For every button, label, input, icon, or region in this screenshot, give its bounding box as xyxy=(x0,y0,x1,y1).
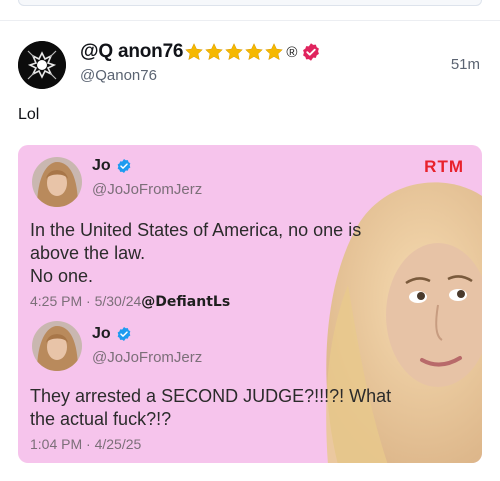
avatar[interactable] xyxy=(18,41,66,89)
tweet-text-line: above the law. xyxy=(30,243,146,263)
post-media-image[interactable]: RTM Jo @JoJoFromJerz In the United State… xyxy=(18,145,482,463)
star-icon xyxy=(265,43,284,61)
tweet-meta: 4:25 PM · 5/30/24@DefiantLs xyxy=(30,293,230,310)
stars-group xyxy=(184,42,284,62)
tweet-text-line: No one. xyxy=(30,266,94,286)
previous-post-edge xyxy=(0,0,500,8)
star-icon xyxy=(245,43,264,61)
tweet-avatar xyxy=(32,157,82,207)
post-timestamp[interactable]: 51m xyxy=(451,56,480,73)
tweet-avatar xyxy=(32,321,82,371)
tweet-author-name: Jo xyxy=(92,157,132,175)
tweet-meta: 1:04 PM · 4/25/25 xyxy=(30,436,142,452)
author-name-row: @Q anon76 ® xyxy=(80,40,321,64)
star-icon xyxy=(225,43,244,61)
tweet-tag: @DefiantLs xyxy=(141,294,231,310)
divider xyxy=(0,20,500,21)
verified-check-icon xyxy=(117,327,131,341)
tweet-author-name-text: Jo xyxy=(92,157,111,174)
registered-mark: ® xyxy=(286,43,298,61)
author-display-name[interactable]: @Q anon76 xyxy=(80,41,184,63)
verified-check-icon xyxy=(117,159,131,173)
rtm-watermark: RTM xyxy=(424,157,464,176)
author-handle[interactable]: @Qanon76 xyxy=(80,67,157,84)
woman-photo xyxy=(326,182,482,463)
tweet-meta-time: 4:25 PM · 5/30/24 xyxy=(30,293,142,309)
tweet-author-handle: @JoJoFromJerz xyxy=(92,349,203,366)
post-text: Lol xyxy=(18,106,40,123)
tweet-author-name-text: Jo xyxy=(92,325,111,342)
star-icon xyxy=(185,43,204,61)
tweet-text-line: the actual fuck?!? xyxy=(30,409,172,429)
tweet-author-name: Jo xyxy=(92,325,132,343)
tweet-text-line: In the United States of America, no one … xyxy=(30,220,362,240)
star-icon xyxy=(205,43,224,61)
tweet-author-handle: @JoJoFromJerz xyxy=(92,181,203,198)
post-view: @Q anon76 ® @Qanon76 51m Lol RTM Jo @JoJ… xyxy=(0,0,500,481)
tweet-text-line: They arrested a SECOND JUDGE?!!!?! What xyxy=(30,386,392,406)
verified-badge-icon xyxy=(303,43,320,61)
